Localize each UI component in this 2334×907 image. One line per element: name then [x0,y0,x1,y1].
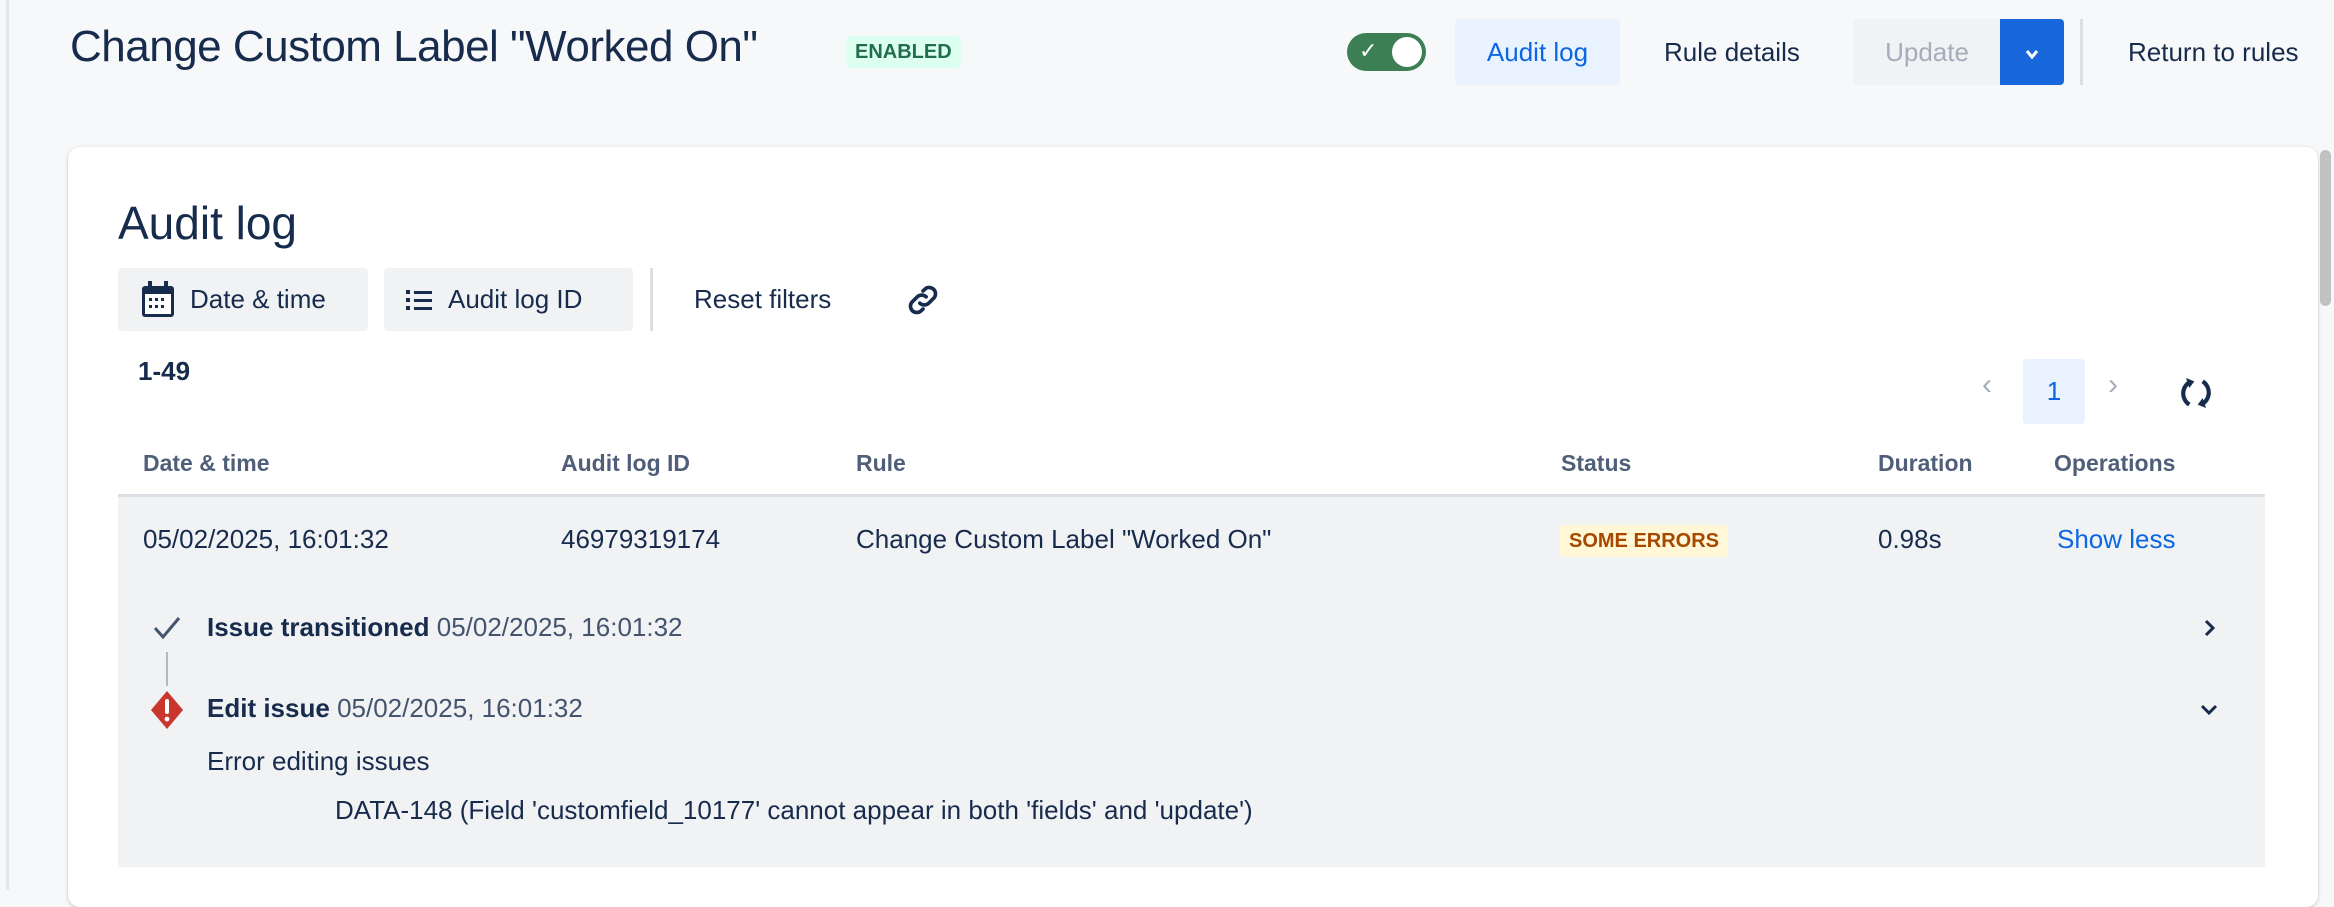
error-icon [151,691,183,729]
column-header-rule[interactable]: Rule [856,450,906,477]
timeline-connector [166,652,168,686]
divider [2080,19,2083,85]
error-message: Error editing issues [207,746,430,776]
status-badge: ENABLED [846,36,961,68]
detail-time: 05/02/2025, 16:01:32 [337,693,583,723]
detail-action: Edit issue [207,693,330,723]
check-icon [153,617,181,640]
chevron-right-icon[interactable] [2198,617,2220,639]
prev-page-icon[interactable]: ‹ [1982,368,1992,402]
row-audit-id: 46979319174 [561,524,721,554]
column-header-duration[interactable]: Duration [1878,450,1973,477]
chevron-down-icon [2025,50,2039,60]
calendar-icon [142,280,174,317]
page-title: Change Custom Label "Worked On" [70,22,758,71]
update-button[interactable]: Update [1854,19,2000,85]
detail-action: Issue transitioned [207,612,430,642]
chevron-down-icon[interactable] [2198,698,2220,720]
audit-log-id-filter-label: Audit log ID [448,284,583,314]
audit-log-heading: Audit log [118,197,298,249]
column-header-id[interactable]: Audit log ID [561,450,690,477]
check-icon: ✓ [1359,38,1378,63]
reset-filters-button[interactable]: Reset filters [694,268,831,331]
next-page-icon[interactable]: › [2108,368,2118,402]
show-less-link[interactable]: Show less [2057,524,2176,555]
row-rule: Change Custom Label "Worked On" [856,524,1272,554]
page-1-button[interactable]: 1 [2023,359,2085,424]
refresh-icon[interactable] [2176,373,2216,413]
audit-log-id-filter[interactable]: Audit log ID [384,268,633,331]
detail-edit-issue: Edit issue 05/02/2025, 16:01:32 [207,693,583,724]
date-time-filter[interactable]: Date & time [118,268,368,331]
column-header-date[interactable]: Date & time [143,450,270,477]
update-dropdown-button[interactable] [2000,19,2064,85]
row-date: 05/02/2025, 16:01:32 [143,524,389,554]
left-divider [6,0,9,890]
divider [650,268,653,331]
row-status-badge: SOME ERRORS [1560,525,1729,557]
link-icon[interactable] [904,281,942,319]
audit-log-button[interactable]: Audit log [1455,19,1620,85]
detail-issue-transitioned: Issue transitioned 05/02/2025, 16:01:32 [207,612,683,643]
error-detail: DATA-148 (Field 'customfield_10177' cann… [335,795,1253,825]
list-icon [406,289,432,310]
result-count: 1-49 [138,356,191,386]
return-to-rules-button[interactable]: Return to rules [2104,19,2323,85]
row-duration: 0.98s [1878,524,1942,554]
rule-enabled-toggle[interactable]: ✓ [1347,33,1426,71]
date-time-filter-label: Date & time [190,284,326,314]
scrollbar[interactable] [2320,150,2331,306]
column-header-status[interactable]: Status [1561,450,1631,477]
detail-time: 05/02/2025, 16:01:32 [436,612,683,642]
rule-details-button[interactable]: Rule details [1640,19,1824,85]
column-header-operations: Operations [2054,450,2176,476]
